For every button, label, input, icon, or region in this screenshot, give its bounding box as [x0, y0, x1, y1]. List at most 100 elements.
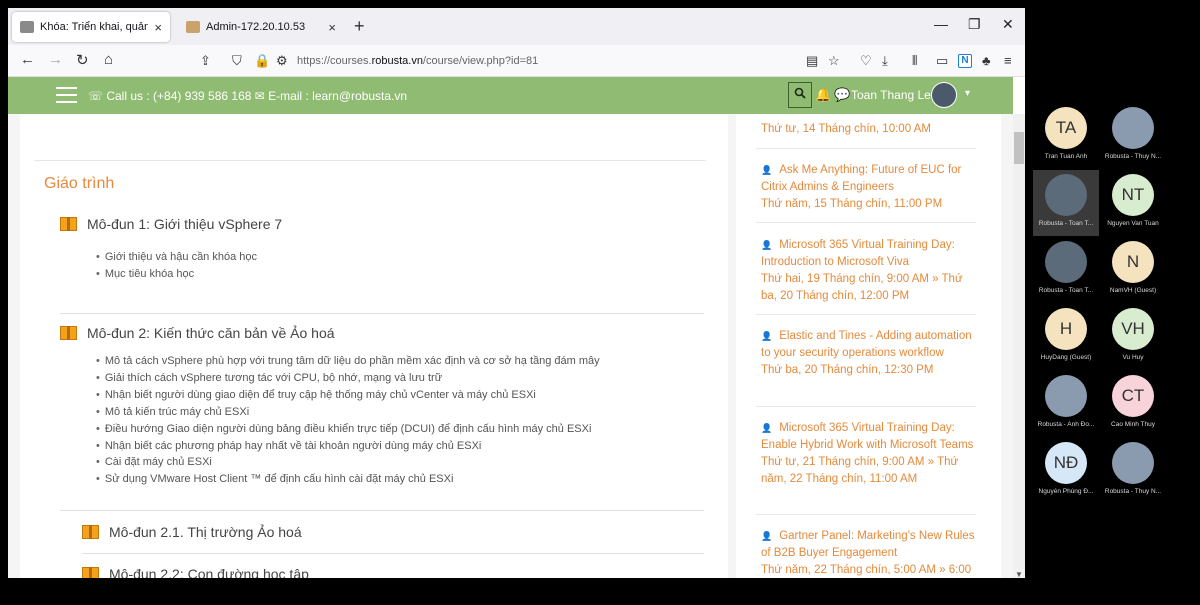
participant-tile[interactable]: TA Tran Tuan Anh — [1033, 103, 1099, 169]
account-icon[interactable]: ♣ — [982, 53, 991, 68]
participant-tile[interactable]: Robusta - Thuy N... — [1100, 438, 1166, 504]
event-title[interactable]: Gartner Panel: Marketing's New Rules of … — [761, 528, 976, 562]
site-favicon-icon — [20, 21, 34, 33]
section-title: Giáo trình — [44, 175, 115, 192]
participant-tile[interactable]: VH Vu Huy — [1100, 304, 1166, 370]
lock-icon[interactable]: 🔒 — [254, 53, 270, 69]
user-avatar[interactable] — [931, 82, 957, 108]
scrollbar-thumb[interactable] — [1014, 132, 1024, 164]
avatar: TA — [1045, 107, 1087, 149]
screen: Khóa: Triển khai, quản trị hạ tầng × Adm… — [0, 0, 1200, 605]
search-button[interactable] — [788, 82, 812, 108]
participant-tile[interactable]: H HuyDang (Guest) — [1033, 304, 1099, 370]
event-item[interactable]: Ask Me Anything: Future of EUC for Citri… — [761, 162, 976, 213]
forward-button[interactable]: → — [48, 51, 63, 68]
event-time: Thứ năm, 15 Tháng chín, 11:00 PM — [761, 197, 943, 210]
close-window-button[interactable]: ✕ — [1002, 16, 1014, 33]
avatar: VH — [1112, 308, 1154, 350]
tab-admin[interactable]: Admin-172.20.10.53 × — [178, 12, 344, 42]
messages-icon[interactable]: 💬 — [834, 87, 850, 103]
avatar — [1045, 174, 1087, 216]
list-item: Cài đặt máy chủ ESXi — [96, 454, 600, 471]
bookmark-star-icon[interactable]: ☆ — [828, 53, 840, 69]
sidebar-icon[interactable]: ▭ — [936, 53, 948, 69]
participant-tile[interactable]: Robusta - Toan T... — [1033, 237, 1099, 303]
module-title: Mô-đun 2: Kiến thức căn bản về Ảo hoá — [87, 325, 335, 341]
pocket-save-icon[interactable]: ⇪ — [200, 53, 211, 69]
divider — [756, 222, 976, 223]
library-icon[interactable]: ⫴ — [912, 53, 917, 69]
list-item: Điều hướng Giao diện người dùng bảng điề… — [96, 421, 600, 438]
hamburger-menu-icon[interactable] — [56, 87, 77, 103]
reload-button[interactable]: ↻ — [76, 51, 89, 69]
module-2-objectives: Mô tả cách vSphere phù hợp với trung tâm… — [96, 353, 600, 488]
event-item[interactable]: Thứ tư, 14 Tháng chín, 10:00 AM — [761, 121, 976, 138]
event-time: Thứ ba, 20 Tháng chín, 12:30 PM — [761, 363, 934, 376]
shield-icon[interactable]: ⛉ — [232, 53, 242, 69]
list-item: Nhận biết các phương pháp hay nhất về tà… — [96, 438, 600, 455]
url-field[interactable]: https://courses. robusta.vn/course/view.p… — [297, 49, 857, 73]
pocket-icon[interactable]: ♡ — [860, 53, 872, 69]
browser-window: Khóa: Triển khai, quản trị hạ tầng × Adm… — [8, 8, 1025, 578]
chevron-down-icon[interactable]: ▾ — [965, 88, 970, 99]
divider — [82, 553, 704, 554]
contact-info: ☏ Call us : (+84) 939 586 168 ✉ E-mail :… — [88, 89, 408, 103]
tab-title: Khóa: Triển khai, quản trị hạ tầng — [40, 21, 149, 33]
url-prefix: https://courses. — [297, 55, 372, 67]
event-time: Thứ tư, 14 Tháng chín, 10:00 AM — [761, 123, 931, 135]
user-name[interactable]: Toan Thang Le — [851, 88, 931, 102]
participant-tile[interactable]: Robusta - Thuy N... — [1100, 103, 1166, 169]
avatar: N — [1112, 241, 1154, 283]
event-title[interactable]: Microsoft 365 Virtual Training Day: Enab… — [761, 420, 976, 454]
module-link[interactable]: Mô-đun 2: Kiến thức căn bản về Ảo hoá — [60, 325, 335, 341]
divider — [756, 514, 976, 515]
event-item[interactable]: Microsoft 365 Virtual Training Day: Intr… — [761, 237, 976, 305]
participant-tile[interactable]: N NamVH (Guest) — [1100, 237, 1166, 303]
tab-strip: Khóa: Triển khai, quản trị hạ tầng × Adm… — [8, 8, 1025, 45]
list-item: Sử dụng VMware Host Client ™ để định cấu… — [96, 471, 600, 488]
search-icon — [794, 87, 806, 99]
new-tab-button[interactable]: + — [354, 16, 365, 37]
participant-tile[interactable]: Robusta - Anh Đo... — [1033, 371, 1099, 437]
participant-name: Robusta - Toan T... — [1038, 220, 1094, 227]
permissions-icon[interactable]: ⚙ — [276, 53, 288, 69]
module-link[interactable]: Mô-đun 2.2: Con đường học tập — [82, 566, 309, 578]
event-time: Thứ tư, 21 Tháng chín, 9:00 AM » Thứ năm… — [761, 455, 959, 485]
event-item[interactable]: Microsoft 365 Virtual Training Day: Enab… — [761, 420, 976, 488]
participant-tile[interactable]: Robusta - Toan T... — [1033, 170, 1099, 236]
notification-bell-icon[interactable]: 🔔 — [815, 87, 831, 103]
event-item[interactable]: Elastic and Tines - Adding automation to… — [761, 328, 976, 379]
divider — [756, 148, 976, 149]
participant-name: NamVH (Guest) — [1109, 287, 1157, 294]
divider — [60, 510, 704, 511]
participant-tile[interactable]: CT Cao Minh Thuy — [1100, 371, 1166, 437]
participant-name: Tran Tuan Anh — [1044, 153, 1088, 160]
participant-tile[interactable]: NĐ Nguyễn Phùng Đ... — [1033, 438, 1099, 504]
participant-name: Vu Huy — [1122, 354, 1144, 361]
list-item: Mô tả cách vSphere phù hợp với trung tâm… — [96, 353, 600, 370]
module-link[interactable]: Mô-đun 1: Giới thiệu vSphere 7 — [60, 216, 282, 232]
reader-view-icon[interactable]: ▤ — [806, 53, 818, 69]
participant-name: Robusta - Thuy N... — [1104, 488, 1162, 495]
event-title[interactable]: Ask Me Anything: Future of EUC for Citri… — [761, 162, 976, 196]
extension-n-icon[interactable]: N — [958, 54, 972, 68]
home-button[interactable]: ⌂ — [104, 51, 113, 68]
event-item[interactable]: Gartner Panel: Marketing's New Rules of … — [761, 528, 976, 578]
participant-name: Nguyen Van Tuan — [1107, 220, 1159, 227]
maximize-button[interactable]: ❐ — [968, 16, 981, 33]
close-tab-icon[interactable]: × — [154, 20, 162, 35]
tab-course[interactable]: Khóa: Triển khai, quản trị hạ tầng × — [12, 12, 170, 42]
participant-tile[interactable]: NT Nguyen Van Tuan — [1100, 170, 1166, 236]
event-title[interactable]: Microsoft 365 Virtual Training Day: Intr… — [761, 237, 976, 271]
module-link[interactable]: Mô-đun 2.1. Thị trường Ảo hoá — [82, 524, 302, 540]
download-icon[interactable]: ⤓ — [882, 53, 888, 69]
menu-icon[interactable]: ≡ — [1004, 53, 1012, 68]
event-title[interactable]: Elastic and Tines - Adding automation to… — [761, 328, 976, 362]
page-scrollbar[interactable] — [1013, 114, 1025, 578]
avatar: H — [1045, 308, 1087, 350]
divider — [756, 314, 976, 315]
close-tab-icon[interactable]: × — [328, 20, 336, 35]
scroll-down-arrow-icon[interactable]: ▼ — [1015, 570, 1023, 578]
minimize-button[interactable]: — — [934, 16, 948, 32]
back-button[interactable]: ← — [20, 51, 35, 68]
